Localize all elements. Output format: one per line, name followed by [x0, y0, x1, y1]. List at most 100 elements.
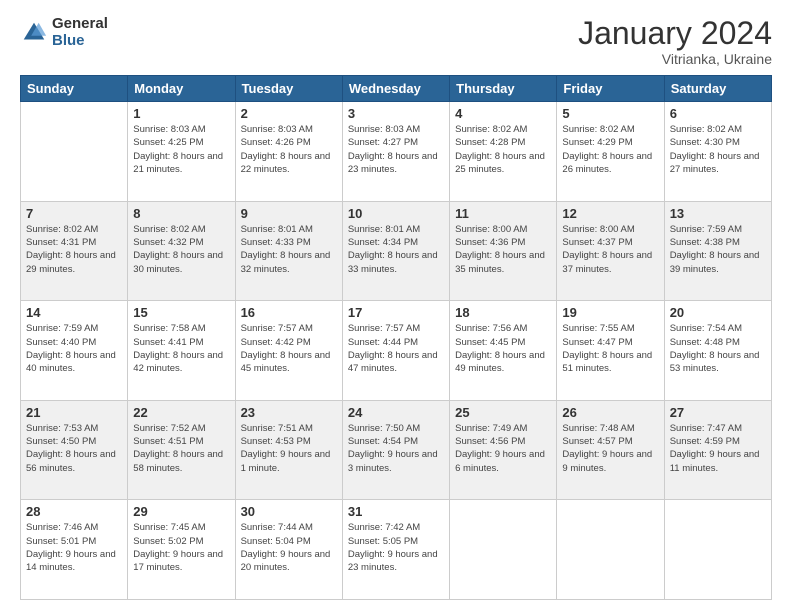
table-row: 9Sunrise: 8:01 AMSunset: 4:33 PMDaylight… — [235, 201, 342, 301]
day-number: 27 — [670, 405, 766, 420]
day-info: Sunrise: 7:53 AMSunset: 4:50 PMDaylight:… — [26, 422, 122, 475]
day-info: Sunrise: 7:59 AMSunset: 4:40 PMDaylight:… — [26, 322, 122, 375]
table-row: 30 Sunrise: 7:44 AMSunset: 5:04 PMDayligh… — [235, 500, 342, 600]
calendar-week-row: 14 Sunrise: 7:59 AMSunset: 4:40 PMDayligh… — [21, 301, 772, 401]
col-tuesday: Tuesday — [235, 76, 342, 102]
day-number: 20 — [670, 305, 766, 320]
table-row: 31Sunrise: 7:42 AMSunset: 5:05 PMDayligh… — [342, 500, 449, 600]
day-number: 4 — [455, 106, 551, 121]
day-info: Sunrise: 8:00 AMSunset: 4:37 PMDaylight:… — [562, 223, 658, 276]
table-row: 6Sunrise: 8:02 AMSunset: 4:30 PMDaylight… — [664, 102, 771, 202]
day-info: Sunrise: 8:00 AMSunset: 4:36 PMDaylight:… — [455, 223, 551, 276]
title-month: January 2024 — [578, 16, 772, 51]
day-number: 17 — [348, 305, 444, 320]
calendar-week-row: 21 Sunrise: 7:53 AMSunset: 4:50 PMDayligh… — [21, 400, 772, 500]
table-row: 19Sunrise: 7:55 AMSunset: 4:47 PMDayligh… — [557, 301, 664, 401]
table-row: 14 Sunrise: 7:59 AMSunset: 4:40 PMDayligh… — [21, 301, 128, 401]
col-monday: Monday — [128, 76, 235, 102]
table-row: 11 Sunrise: 8:00 AMSunset: 4:36 PMDayligh… — [450, 201, 557, 301]
day-number: 15 — [133, 305, 229, 320]
day-number: 30 — [241, 504, 337, 519]
day-number: 18 — [455, 305, 551, 320]
table-row: 18 Sunrise: 7:56 AMSunset: 4:45 PMDayligh… — [450, 301, 557, 401]
day-number: 2 — [241, 106, 337, 121]
table-row: 21 Sunrise: 7:53 AMSunset: 4:50 PMDayligh… — [21, 400, 128, 500]
table-row — [450, 500, 557, 600]
table-row: 17 Sunrise: 7:57 AMSunset: 4:44 PMDayligh… — [342, 301, 449, 401]
table-row: 26Sunrise: 7:48 AMSunset: 4:57 PMDayligh… — [557, 400, 664, 500]
day-number: 3 — [348, 106, 444, 121]
table-row: 5 Sunrise: 8:02 AMSunset: 4:29 PMDaylight… — [557, 102, 664, 202]
day-info: Sunrise: 8:02 AMSunset: 4:32 PMDaylight:… — [133, 223, 229, 276]
logo-blue: Blue — [52, 33, 108, 50]
header: General Blue January 2024 Vitrianka, Ukr… — [20, 16, 772, 67]
day-info: Sunrise: 7:57 AMSunset: 4:44 PMDaylight:… — [348, 322, 444, 375]
table-row: 22 Sunrise: 7:52 AMSunset: 4:51 PMDayligh… — [128, 400, 235, 500]
day-info: Sunrise: 7:46 AMSunset: 5:01 PMDaylight:… — [26, 521, 122, 574]
col-saturday: Saturday — [664, 76, 771, 102]
table-row: 29Sunrise: 7:45 AMSunset: 5:02 PMDayligh… — [128, 500, 235, 600]
day-info: Sunrise: 7:55 AMSunset: 4:47 PMDaylight:… — [562, 322, 658, 375]
day-info: Sunrise: 7:57 AMSunset: 4:42 PMDaylight:… — [241, 322, 337, 375]
table-row: 16Sunrise: 7:57 AMSunset: 4:42 PMDayligh… — [235, 301, 342, 401]
day-number: 8 — [133, 206, 229, 221]
table-row: 2 Sunrise: 8:03 AMSunset: 4:26 PMDaylight… — [235, 102, 342, 202]
title-location: Vitrianka, Ukraine — [578, 51, 772, 67]
day-info: Sunrise: 8:02 AMSunset: 4:28 PMDaylight:… — [455, 123, 551, 176]
day-number: 23 — [241, 405, 337, 420]
table-row: 20 Sunrise: 7:54 AMSunset: 4:48 PMDayligh… — [664, 301, 771, 401]
day-info: Sunrise: 8:03 AMSunset: 4:25 PMDaylight:… — [133, 123, 229, 176]
table-row: 23Sunrise: 7:51 AMSunset: 4:53 PMDayligh… — [235, 400, 342, 500]
table-row: 13 Sunrise: 7:59 AMSunset: 4:38 PMDayligh… — [664, 201, 771, 301]
day-number: 10 — [348, 206, 444, 221]
day-info: Sunrise: 8:02 AMSunset: 4:30 PMDaylight:… — [670, 123, 766, 176]
day-info: Sunrise: 8:02 AMSunset: 4:31 PMDaylight:… — [26, 223, 122, 276]
day-info: Sunrise: 7:52 AMSunset: 4:51 PMDaylight:… — [133, 422, 229, 475]
day-info: Sunrise: 7:56 AMSunset: 4:45 PMDaylight:… — [455, 322, 551, 375]
day-number: 5 — [562, 106, 658, 121]
day-number: 21 — [26, 405, 122, 420]
day-info: Sunrise: 8:01 AMSunset: 4:34 PMDaylight:… — [348, 223, 444, 276]
table-row: 1 Sunrise: 8:03 AMSunset: 4:25 PMDaylight… — [128, 102, 235, 202]
day-info: Sunrise: 8:02 AMSunset: 4:29 PMDaylight:… — [562, 123, 658, 176]
table-row: 4 Sunrise: 8:02 AMSunset: 4:28 PMDaylight… — [450, 102, 557, 202]
col-thursday: Thursday — [450, 76, 557, 102]
day-info: Sunrise: 7:58 AMSunset: 4:41 PMDaylight:… — [133, 322, 229, 375]
day-info: Sunrise: 7:59 AMSunset: 4:38 PMDaylight:… — [670, 223, 766, 276]
table-row: 24 Sunrise: 7:50 AMSunset: 4:54 PMDayligh… — [342, 400, 449, 500]
title-block: January 2024 Vitrianka, Ukraine — [578, 16, 772, 67]
table-row: 15 Sunrise: 7:58 AMSunset: 4:41 PMDayligh… — [128, 301, 235, 401]
day-number: 14 — [26, 305, 122, 320]
day-info: Sunrise: 7:50 AMSunset: 4:54 PMDaylight:… — [348, 422, 444, 475]
table-row: 27Sunrise: 7:47 AMSunset: 4:59 PMDayligh… — [664, 400, 771, 500]
calendar-header-row: Sunday Monday Tuesday Wednesday Thursday… — [21, 76, 772, 102]
col-sunday: Sunday — [21, 76, 128, 102]
table-row: 7 Sunrise: 8:02 AMSunset: 4:31 PMDaylight… — [21, 201, 128, 301]
table-row — [664, 500, 771, 600]
day-info: Sunrise: 7:44 AMSunset: 5:04 PMDaylight:… — [241, 521, 337, 574]
day-info: Sunrise: 7:54 AMSunset: 4:48 PMDaylight:… — [670, 322, 766, 375]
day-number: 31 — [348, 504, 444, 519]
calendar-table: Sunday Monday Tuesday Wednesday Thursday… — [20, 75, 772, 600]
day-info: Sunrise: 8:03 AMSunset: 4:26 PMDaylight:… — [241, 123, 337, 176]
table-row: 10 Sunrise: 8:01 AMSunset: 4:34 PMDayligh… — [342, 201, 449, 301]
day-number: 22 — [133, 405, 229, 420]
day-number: 11 — [455, 206, 551, 221]
day-number: 26 — [562, 405, 658, 420]
day-number: 24 — [348, 405, 444, 420]
logo: General Blue — [20, 16, 108, 49]
table-row — [21, 102, 128, 202]
day-number: 12 — [562, 206, 658, 221]
table-row: 28Sunrise: 7:46 AMSunset: 5:01 PMDayligh… — [21, 500, 128, 600]
day-number: 1 — [133, 106, 229, 121]
day-number: 7 — [26, 206, 122, 221]
logo-icon — [20, 19, 48, 47]
table-row — [557, 500, 664, 600]
day-info: Sunrise: 8:01 AMSunset: 4:33 PMDaylight:… — [241, 223, 337, 276]
table-row: 12 Sunrise: 8:00 AMSunset: 4:37 PMDayligh… — [557, 201, 664, 301]
table-row: 25Sunrise: 7:49 AMSunset: 4:56 PMDayligh… — [450, 400, 557, 500]
day-number: 25 — [455, 405, 551, 420]
day-info: Sunrise: 7:45 AMSunset: 5:02 PMDaylight:… — [133, 521, 229, 574]
logo-general: General — [52, 16, 108, 33]
day-number: 13 — [670, 206, 766, 221]
